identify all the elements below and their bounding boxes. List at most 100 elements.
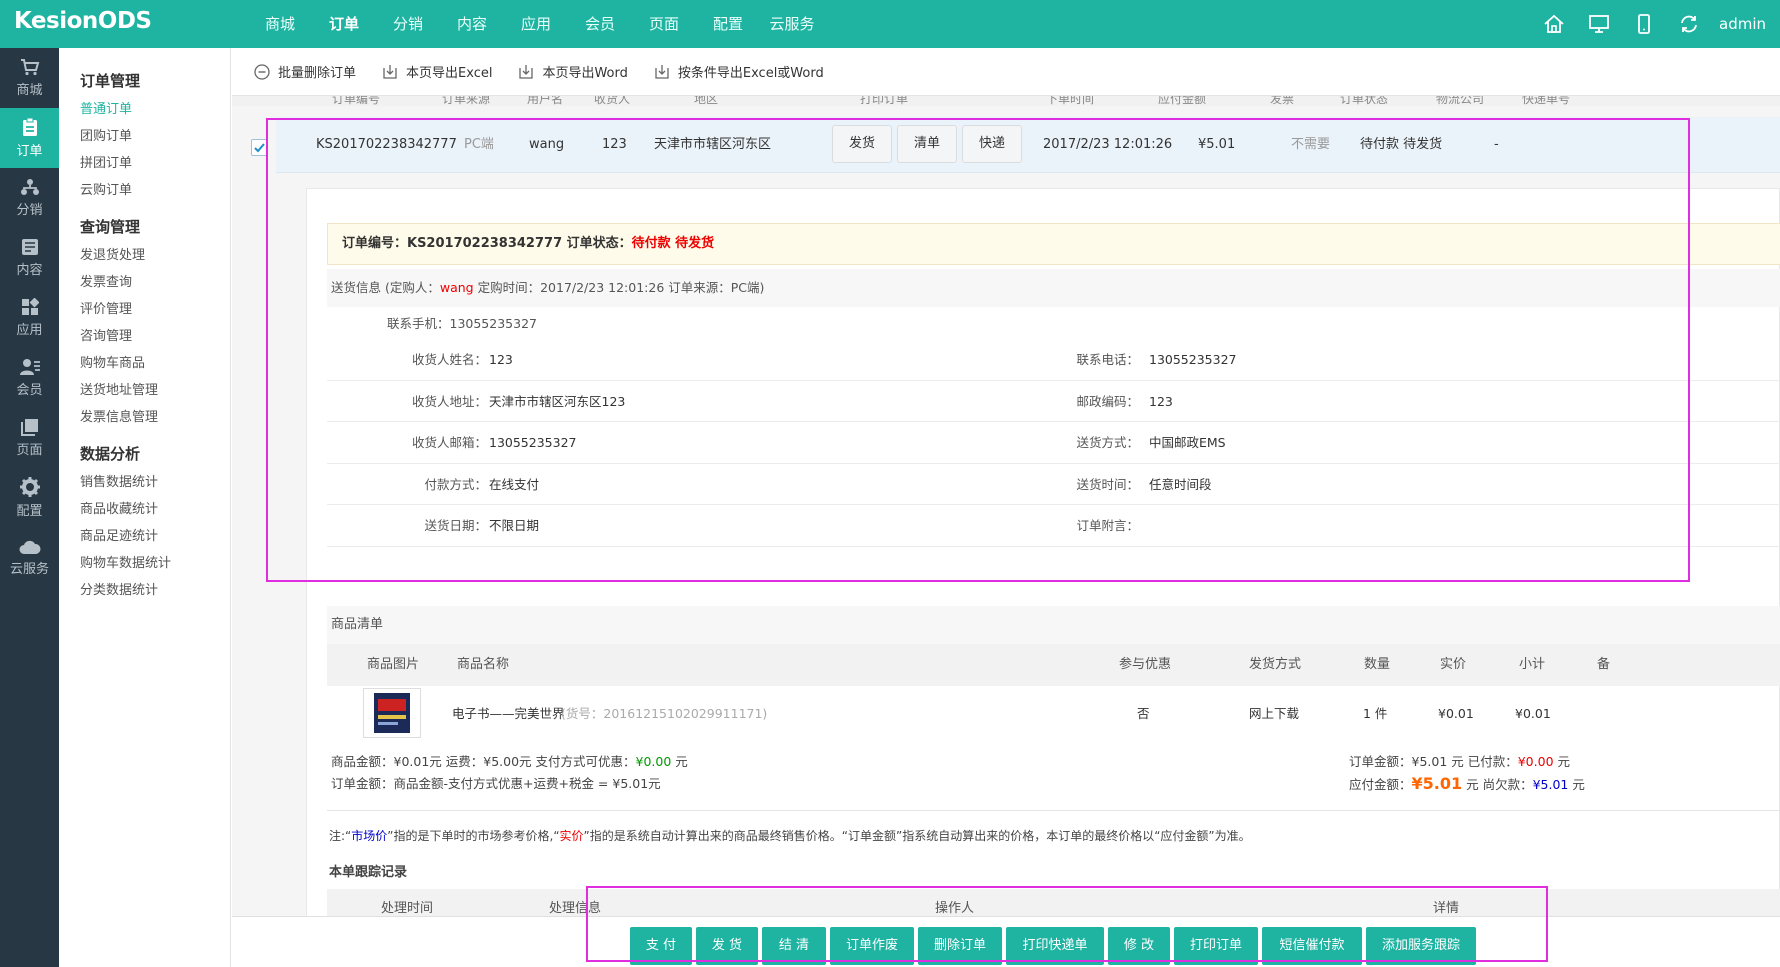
info-row: 收货人姓名： 123 联系电话： 13055235327 — [327, 339, 1780, 381]
submenu-normal-orders[interactable]: 普通订单 — [59, 96, 230, 123]
app-logo[interactable]: KesionODS — [14, 8, 152, 34]
product-name[interactable]: 电子书——完美世界 — [452, 686, 565, 742]
settle-button[interactable]: 结 清 — [762, 927, 826, 965]
notice-text: 订单编号：KS201702238342777 订单状态： — [342, 236, 632, 251]
submenu-invoice-query[interactable]: 发票查询 — [59, 269, 230, 296]
submenu-cart-products[interactable]: 购物车商品 — [59, 350, 230, 377]
delete-order-button[interactable]: 删除订单 — [918, 927, 1002, 965]
sidebar-item-mall[interactable]: 商城 — [0, 48, 59, 108]
network-icon — [20, 179, 39, 195]
submenu-invoice-info[interactable]: 发票信息管理 — [59, 404, 230, 431]
print-order-button[interactable]: 打印订单 — [1174, 927, 1258, 965]
note-text: ”指的是系统自动计算出来的商品最终销售价格。“订单金额”指系统自动算出来的价格，… — [583, 829, 1251, 843]
tracking-header: 处理时间 处理信息 操作人 详情 — [327, 889, 1780, 916]
order-row[interactable]: KS201702238342777 PC端 wang 123 天津市市辖区河东区… — [276, 117, 1780, 173]
sidebar-item-config[interactable]: 配置 — [0, 468, 59, 528]
modify-button[interactable]: 修 改 — [1108, 927, 1170, 965]
order-checkbox[interactable] — [251, 139, 268, 156]
list-button[interactable]: 清单 — [897, 125, 957, 163]
desktop-icon[interactable] — [1576, 0, 1621, 48]
export-conditional-button[interactable]: 按条件导出Excel或Word — [654, 62, 824, 81]
submenu-category-stats[interactable]: 分类数据统计 — [59, 577, 230, 604]
col-price: 实价 — [1440, 657, 1467, 672]
product-image[interactable] — [363, 688, 421, 738]
sidebar-item-member[interactable]: 会员 — [0, 348, 59, 408]
submenu-cart-stats[interactable]: 购物车数据统计 — [59, 550, 230, 577]
topnav-config[interactable]: 配置 — [696, 0, 760, 48]
topnav-distribution[interactable]: 分销 — [376, 0, 440, 48]
export-word-button[interactable]: 本页导出Word — [518, 62, 628, 81]
sidebar-item-page[interactable]: 页面 — [0, 408, 59, 468]
submenu-footprint-stats[interactable]: 商品足迹统计 — [59, 523, 230, 550]
order-amount-line: 订单金额：¥5.01 元 已付款：¥0.00 元 — [1349, 751, 1570, 773]
col-status: 订单状态 — [1340, 96, 1389, 106]
note-market-price: 市场价 — [351, 829, 388, 843]
submenu-addresses[interactable]: 送货地址管理 — [59, 377, 230, 404]
home-icon[interactable] — [1531, 0, 1576, 48]
topnav-page[interactable]: 页面 — [632, 0, 696, 48]
void-order-button[interactable]: 订单作废 — [830, 927, 914, 965]
submenu-group-buy-orders[interactable]: 团购订单 — [59, 123, 230, 150]
sidebar-item-apps[interactable]: 应用 — [0, 288, 59, 348]
sidebar-label: 会员 — [16, 383, 43, 398]
sms-reminder-button[interactable]: 短信催付款 — [1262, 927, 1362, 965]
sidebar-item-distribution[interactable]: 分销 — [0, 168, 59, 228]
add-service-tracking-button[interactable]: 添加服务跟踪 — [1366, 927, 1476, 965]
submenu-pintuan-orders[interactable]: 拼团订单 — [59, 150, 230, 177]
info-label: 送货日期： — [424, 518, 487, 533]
topnav-content[interactable]: 内容 — [440, 0, 504, 48]
submenu-reviews[interactable]: 评价管理 — [59, 296, 230, 323]
info-value: 13055235327 — [489, 435, 577, 450]
user-menu[interactable]: admin — [1711, 15, 1780, 33]
pay-button[interactable]: 支 付 — [630, 927, 692, 965]
sidebar-item-content[interactable]: 内容 — [0, 228, 59, 288]
col-invoice: 发票 — [1270, 96, 1295, 106]
export-icon — [655, 64, 669, 79]
topnav-member[interactable]: 会员 — [568, 0, 632, 48]
col-time: 下单时间 — [1046, 96, 1095, 106]
info-value: 任意时间段 — [1149, 476, 1212, 492]
sidebar-label: 应用 — [16, 323, 43, 338]
note-real-price: 实价 — [559, 829, 584, 843]
batch-delete-button[interactable]: 批量删除订单 — [254, 62, 356, 81]
top-bar: KesionODS 商城 订单 分销 内容 应用 会员 页面 配置 云服务 ad… — [0, 0, 1780, 48]
sidebar-label: 内容 — [16, 263, 43, 278]
cart-icon — [20, 59, 39, 76]
apps-icon — [21, 298, 39, 315]
order-id[interactable]: KS201702238342777 — [316, 117, 457, 173]
refresh-icon[interactable] — [1666, 0, 1711, 48]
topnav-mall[interactable]: 商城 — [248, 0, 312, 48]
info-row: 收货人地址： 天津市市辖区河东区123 邮政编码： 123 — [327, 381, 1780, 422]
ship-button[interactable]: 发货 — [832, 125, 892, 163]
col-receiver: 收货人 — [594, 96, 631, 106]
checkmark-icon — [254, 143, 265, 153]
submenu-inquiries[interactable]: 咨询管理 — [59, 323, 230, 350]
submenu-returns[interactable]: 发退货处理 — [59, 242, 230, 269]
export-icon — [383, 64, 397, 79]
sidebar-label: 分销 — [16, 203, 43, 218]
info-label: 联系电话： — [1076, 352, 1139, 367]
export-excel-button[interactable]: 本页导出Excel — [382, 62, 492, 81]
col-tracking: 快递单号 — [1522, 96, 1571, 106]
submenu-cloud-orders[interactable]: 云购订单 — [59, 177, 230, 204]
print-express-button[interactable]: 打印快递单 — [1006, 927, 1104, 965]
sidebar-item-order[interactable]: 订单 — [0, 108, 59, 168]
topnav-order[interactable]: 订单 — [312, 0, 376, 48]
sidebar-item-cloud[interactable]: 云服务 — [0, 528, 59, 588]
order-receiver: 123 — [602, 137, 627, 152]
submenu-sales-stats[interactable]: 销售数据统计 — [59, 469, 230, 496]
submenu-favorites-stats[interactable]: 商品收藏统计 — [59, 496, 230, 523]
col-note: 备 — [1597, 657, 1611, 672]
notice-status: 待付款 待发货 — [631, 236, 715, 251]
toolbar-label: 批量删除订单 — [278, 66, 357, 81]
info-label: 付款方式： — [424, 476, 487, 492]
topnav-cloud[interactable]: 云服务 — [760, 0, 824, 48]
topnav-apps[interactable]: 应用 — [504, 0, 568, 48]
ship-action-button[interactable]: 发 货 — [696, 927, 758, 965]
express-button[interactable]: 快递 — [962, 125, 1022, 163]
sum-discount: ¥0.00 — [635, 754, 672, 769]
mobile-icon[interactable] — [1621, 0, 1666, 48]
product-table-header: 商品图片 商品名称 参与优惠 发货方式 数量 实价 小计 备 — [327, 644, 1780, 686]
info-value: 天津市市辖区河东区123 — [489, 393, 626, 409]
info-row: 送货日期： 不限日期 订单附言： — [327, 505, 1780, 547]
